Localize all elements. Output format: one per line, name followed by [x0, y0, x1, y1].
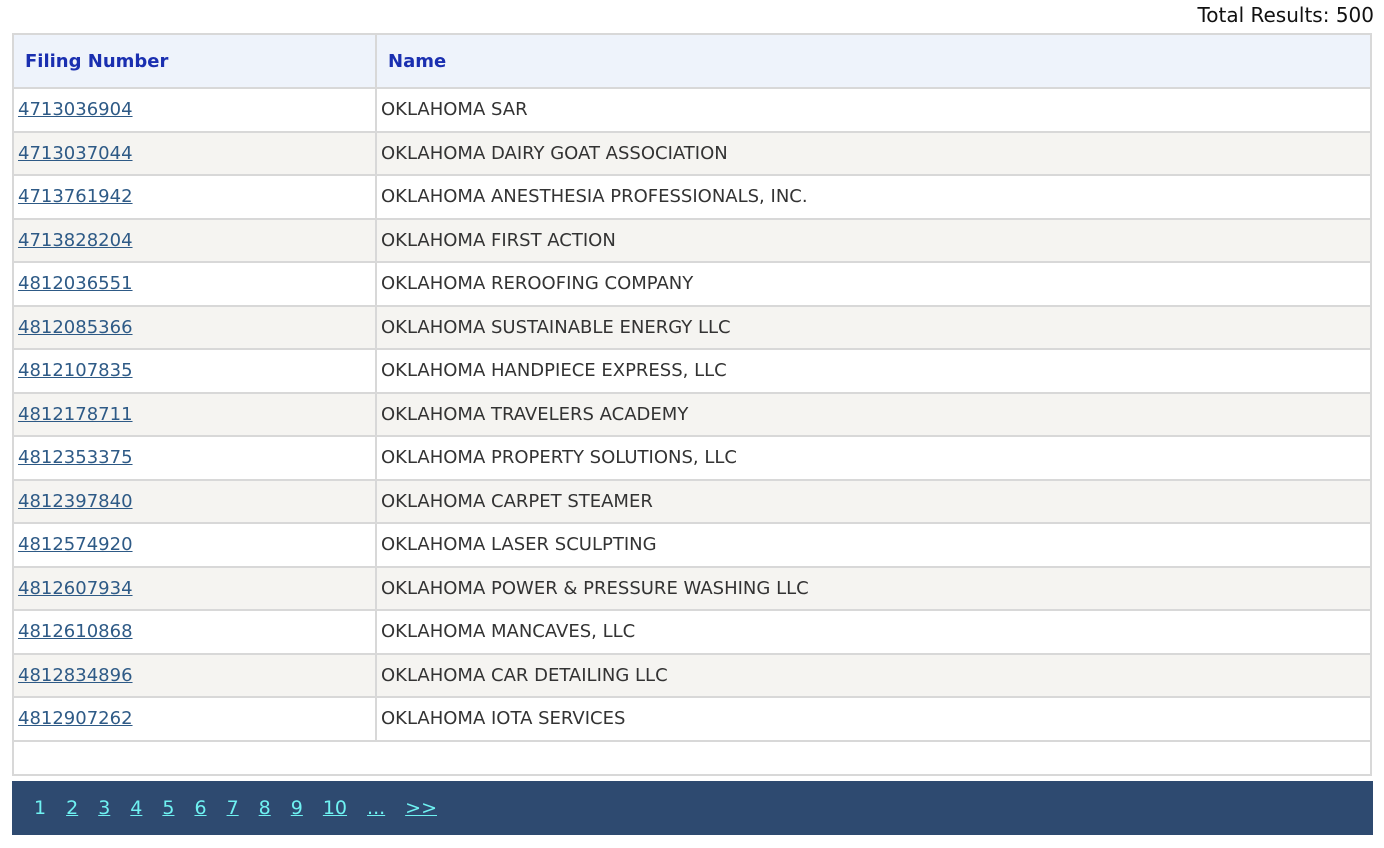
table-row: 4812834896 OKLAHOMA CAR DETAILING LLC: [12, 652, 1372, 698]
filing-number-link[interactable]: 4812607934: [18, 578, 133, 599]
pager-next-link[interactable]: >>: [405, 797, 437, 819]
filing-number-cell: 4812607934: [12, 565, 377, 611]
entity-name-cell: OKLAHOMA ANESTHESIA PROFESSIONALS, INC.: [375, 174, 1372, 220]
table-row: 4812607934 OKLAHOMA POWER & PRESSURE WASH…: [12, 565, 1372, 611]
filing-number-link[interactable]: 4812397840: [18, 491, 133, 512]
results-table-body: 4713036904 OKLAHOMA SAR 4713037044 OKLAHOMA…: [12, 87, 1372, 742]
filing-number-cell: 4812397840: [12, 478, 377, 524]
entity-name-cell: OKLAHOMA LASER SCULPTING: [375, 522, 1372, 568]
table-header-row: Filing Number Name: [12, 33, 1372, 89]
filing-number-cell: 4812907262: [12, 696, 377, 742]
filing-number-cell: 4713036904: [12, 87, 377, 133]
table-row: 4812085366 OKLAHOMA SUSTAINABLE ENERGY LL…: [12, 304, 1372, 350]
entity-name-cell: OKLAHOMA SAR: [375, 87, 1372, 133]
pager-more-link[interactable]: ...: [367, 797, 385, 819]
pager-page-5[interactable]: 5: [162, 797, 174, 819]
entity-name-cell: OKLAHOMA CAR DETAILING LLC: [375, 652, 1372, 698]
pager-page-2[interactable]: 2: [66, 797, 78, 819]
filing-number-cell: 4812610868: [12, 609, 377, 655]
filing-number-link[interactable]: 4812178711: [18, 404, 133, 425]
pager-page-9[interactable]: 9: [291, 797, 303, 819]
pager-page-6[interactable]: 6: [194, 797, 206, 819]
entity-name-cell: OKLAHOMA MANCAVES, LLC: [375, 609, 1372, 655]
filing-number-cell: 4812353375: [12, 435, 377, 481]
pager-page-4[interactable]: 4: [130, 797, 142, 819]
table-row: 4812397840 OKLAHOMA CARPET STEAMER: [12, 478, 1372, 524]
results-table: Filing Number Name 4713036904 OKLAHOMA SA…: [12, 33, 1372, 742]
column-header-name: Name: [375, 33, 1372, 89]
entity-name-cell: OKLAHOMA PROPERTY SOLUTIONS, LLC: [375, 435, 1372, 481]
filing-number-cell: 4713761942: [12, 174, 377, 220]
filing-number-link[interactable]: 4812574920: [18, 534, 133, 555]
grid-footer-spacer: [12, 741, 1372, 776]
search-results-page: Total Results: 500 Filing Number Name 47…: [0, 0, 1384, 848]
filing-number-link[interactable]: 4812353375: [18, 447, 133, 468]
filing-number-link[interactable]: 4713828204: [18, 230, 133, 251]
total-results-count: Total Results: 500: [1197, 3, 1374, 27]
filing-number-link[interactable]: 4812036551: [18, 273, 133, 294]
table-row: 4812353375 OKLAHOMA PROPERTY SOLUTIONS, L…: [12, 435, 1372, 481]
filing-number-cell: 4812036551: [12, 261, 377, 307]
entity-name-cell: OKLAHOMA FIRST ACTION: [375, 217, 1372, 263]
entity-name-cell: OKLAHOMA POWER & PRESSURE WASHING LLC: [375, 565, 1372, 611]
filing-number-link[interactable]: 4812834896: [18, 665, 133, 686]
filing-number-link[interactable]: 4713037044: [18, 143, 133, 164]
filing-number-link[interactable]: 4812085366: [18, 317, 133, 338]
table-row: 4713036904 OKLAHOMA SAR: [12, 87, 1372, 133]
entity-name-cell: OKLAHOMA TRAVELERS ACADEMY: [375, 391, 1372, 437]
results-grid: Filing Number Name 4713036904 OKLAHOMA SA…: [12, 33, 1372, 776]
filing-number-cell: 4812085366: [12, 304, 377, 350]
pager-page-3[interactable]: 3: [98, 797, 110, 819]
table-row: 4713037044 OKLAHOMA DAIRY GOAT ASSOCIATIO…: [12, 130, 1372, 176]
table-row: 4812574920 OKLAHOMA LASER SCULPTING: [12, 522, 1372, 568]
table-row: 4713761942 OKLAHOMA ANESTHESIA PROFESSION…: [12, 174, 1372, 220]
pager-page-10[interactable]: 10: [323, 797, 347, 819]
column-header-filing-number: Filing Number: [12, 33, 377, 89]
pager-page-7[interactable]: 7: [227, 797, 239, 819]
entity-name-cell: OKLAHOMA SUSTAINABLE ENERGY LLC: [375, 304, 1372, 350]
filing-number-cell: 4713037044: [12, 130, 377, 176]
table-row: 4812107835 OKLAHOMA HANDPIECE EXPRESS, LL…: [12, 348, 1372, 394]
entity-name-cell: OKLAHOMA IOTA SERVICES: [375, 696, 1372, 742]
filing-number-link[interactable]: 4713036904: [18, 99, 133, 120]
filing-number-link[interactable]: 4812107835: [18, 360, 133, 381]
entity-name-cell: OKLAHOMA REROOFING COMPANY: [375, 261, 1372, 307]
filing-number-cell: 4812834896: [12, 652, 377, 698]
table-row: 4812610868 OKLAHOMA MANCAVES, LLC: [12, 609, 1372, 655]
filing-number-cell: 4812574920: [12, 522, 377, 568]
entity-name-cell: OKLAHOMA HANDPIECE EXPRESS, LLC: [375, 348, 1372, 394]
filing-number-cell: 4812178711: [12, 391, 377, 437]
pager-page-8[interactable]: 8: [259, 797, 271, 819]
filing-number-link[interactable]: 4812907262: [18, 708, 133, 729]
filing-number-link[interactable]: 4713761942: [18, 186, 133, 207]
filing-number-link[interactable]: 4812610868: [18, 621, 133, 642]
entity-name-cell: OKLAHOMA DAIRY GOAT ASSOCIATION: [375, 130, 1372, 176]
filing-number-cell: 4812107835: [12, 348, 377, 394]
pager-current-page: 1: [34, 797, 47, 819]
table-row: 4812178711 OKLAHOMA TRAVELERS ACADEMY: [12, 391, 1372, 437]
entity-name-cell: OKLAHOMA CARPET STEAMER: [375, 478, 1372, 524]
table-row: 4812036551 OKLAHOMA REROOFING COMPANY: [12, 261, 1372, 307]
table-row: 4713828204 OKLAHOMA FIRST ACTION: [12, 217, 1372, 263]
filing-number-cell: 4713828204: [12, 217, 377, 263]
pagination-bar: 1 2 3 4 5 6 7 8 9 10... >>: [12, 781, 1373, 835]
table-row: 4812907262 OKLAHOMA IOTA SERVICES: [12, 696, 1372, 742]
